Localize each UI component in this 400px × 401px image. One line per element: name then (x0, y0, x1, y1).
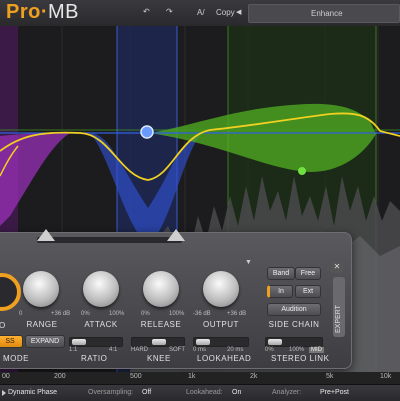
band-node-blue[interactable] (140, 125, 154, 139)
undo-icon[interactable]: ↶ (143, 7, 150, 16)
compress-mode-button[interactable]: SS (0, 335, 23, 348)
sidechain-label: SIDE CHAIN (268, 320, 320, 329)
range-label: RANGE (26, 320, 58, 329)
band-purple-fill (0, 132, 70, 226)
range-max: +36 dB (51, 311, 71, 317)
range-knob[interactable] (23, 271, 59, 307)
preset-prev-icon[interactable]: ◀ (236, 8, 241, 16)
attack-min: 0% (81, 311, 90, 317)
ab-compare-button[interactable]: A/ (197, 8, 205, 17)
attack-knob[interactable] (83, 271, 119, 307)
output-min: -36 dB (193, 311, 211, 317)
lookahead-status-value[interactable]: On (232, 389, 241, 396)
threshold-knob[interactable] (0, 273, 21, 311)
output-menu-icon[interactable]: ▼ (245, 259, 252, 266)
knee-max: SOFT (169, 347, 185, 353)
freq-tick: 200 (54, 373, 66, 380)
output-max: +36 dB (227, 311, 247, 317)
top-toolbar: Pro·MB ↶ ↷ A/ Copy ◀ Enhance (0, 0, 400, 27)
attack-label: ATTACK (84, 320, 118, 329)
oversampling-value[interactable]: Off (142, 389, 151, 396)
output-knob[interactable] (203, 271, 239, 307)
freq-tick: 1k (188, 373, 196, 380)
sidechain-band-button[interactable]: Band (267, 267, 295, 280)
ratio-label: RATIO (81, 354, 108, 363)
knee-slider[interactable] (131, 337, 185, 347)
audition-button[interactable]: Audition (267, 303, 321, 316)
band-range-slider[interactable] (37, 237, 182, 243)
lookahead-slider[interactable] (193, 337, 249, 347)
product-logo: Pro·MB (6, 1, 80, 23)
expert-tab[interactable]: EXPERT (333, 277, 345, 337)
sidechain-ext-button[interactable]: Ext (295, 285, 321, 298)
ratio-min: 1:1 (69, 347, 78, 353)
band-low-handle[interactable] (37, 229, 55, 241)
analyzer-label: Analyzer: (272, 389, 302, 396)
release-max: 100% (169, 311, 185, 317)
close-icon[interactable]: ✕ (331, 261, 343, 273)
freq-tick: 500 (130, 373, 142, 380)
mode-label: MODE (3, 354, 29, 363)
redo-icon[interactable]: ↷ (166, 7, 173, 16)
lookahead-label: LOOKAHEAD (197, 354, 252, 363)
preset-name: Enhance (311, 9, 343, 18)
attack-max: 100% (109, 311, 125, 317)
phase-mode-icon[interactable] (2, 390, 6, 396)
band-node-green[interactable] (298, 167, 306, 175)
oversampling-label: Oversampling: (88, 389, 134, 396)
lookahead-thumb[interactable] (196, 339, 210, 345)
stereo-link-min: 0% (265, 347, 274, 353)
ratio-thumb[interactable] (72, 339, 86, 345)
expand-mode-button[interactable]: EXPAND (25, 335, 65, 348)
expert-label: EXPERT (335, 305, 342, 333)
stereo-link-slider[interactable] (265, 337, 323, 347)
knee-min: HARD (131, 347, 149, 353)
freq-tick: 00 (2, 373, 10, 380)
release-min: 0% (141, 311, 150, 317)
copy-button[interactable]: Copy (216, 8, 235, 17)
ratio-slider[interactable] (69, 337, 123, 347)
frequency-scale: 00 200 500 1k 2k 5k 10k (0, 372, 400, 384)
stereo-link-max: 100% (289, 347, 305, 353)
threshold-label: O (0, 321, 6, 330)
freq-tick: 5k (326, 373, 334, 380)
analyzer-value[interactable]: Pre+Post (320, 389, 349, 396)
range-min: 0 (19, 311, 23, 317)
knee-label: KNEE (147, 354, 171, 363)
status-bar: Dynamic Phase Oversampling: Off Lookahea… (0, 384, 400, 401)
sidechain-in-button[interactable]: In (267, 285, 293, 298)
band-control-panel: O 0 +36 dB RANGE 0% 100% ATTACK 0% 100% … (0, 229, 352, 369)
ratio-max: 4:1 (109, 347, 118, 353)
phase-mode-value[interactable]: Dynamic Phase (8, 389, 57, 396)
stereo-link-mid-button[interactable]: MID (309, 347, 324, 353)
lookahead-status-label: Lookahead: (186, 389, 223, 396)
band-high-handle[interactable] (167, 229, 185, 241)
preset-selector[interactable]: Enhance (248, 4, 400, 23)
output-label: OUTPUT (203, 320, 239, 329)
freq-tick: 2k (250, 373, 258, 380)
sidechain-free-button[interactable]: Free (295, 267, 321, 280)
stereo-link-label: STEREO LINK (271, 354, 330, 363)
release-label: RELEASE (140, 320, 182, 329)
knee-thumb[interactable] (152, 339, 166, 345)
lookahead-min: 0 ms (193, 347, 207, 353)
release-knob[interactable] (143, 271, 179, 307)
freq-tick: 10k (380, 373, 392, 380)
lookahead-max: 20 ms (227, 347, 244, 353)
stereo-link-thumb[interactable] (268, 339, 282, 345)
